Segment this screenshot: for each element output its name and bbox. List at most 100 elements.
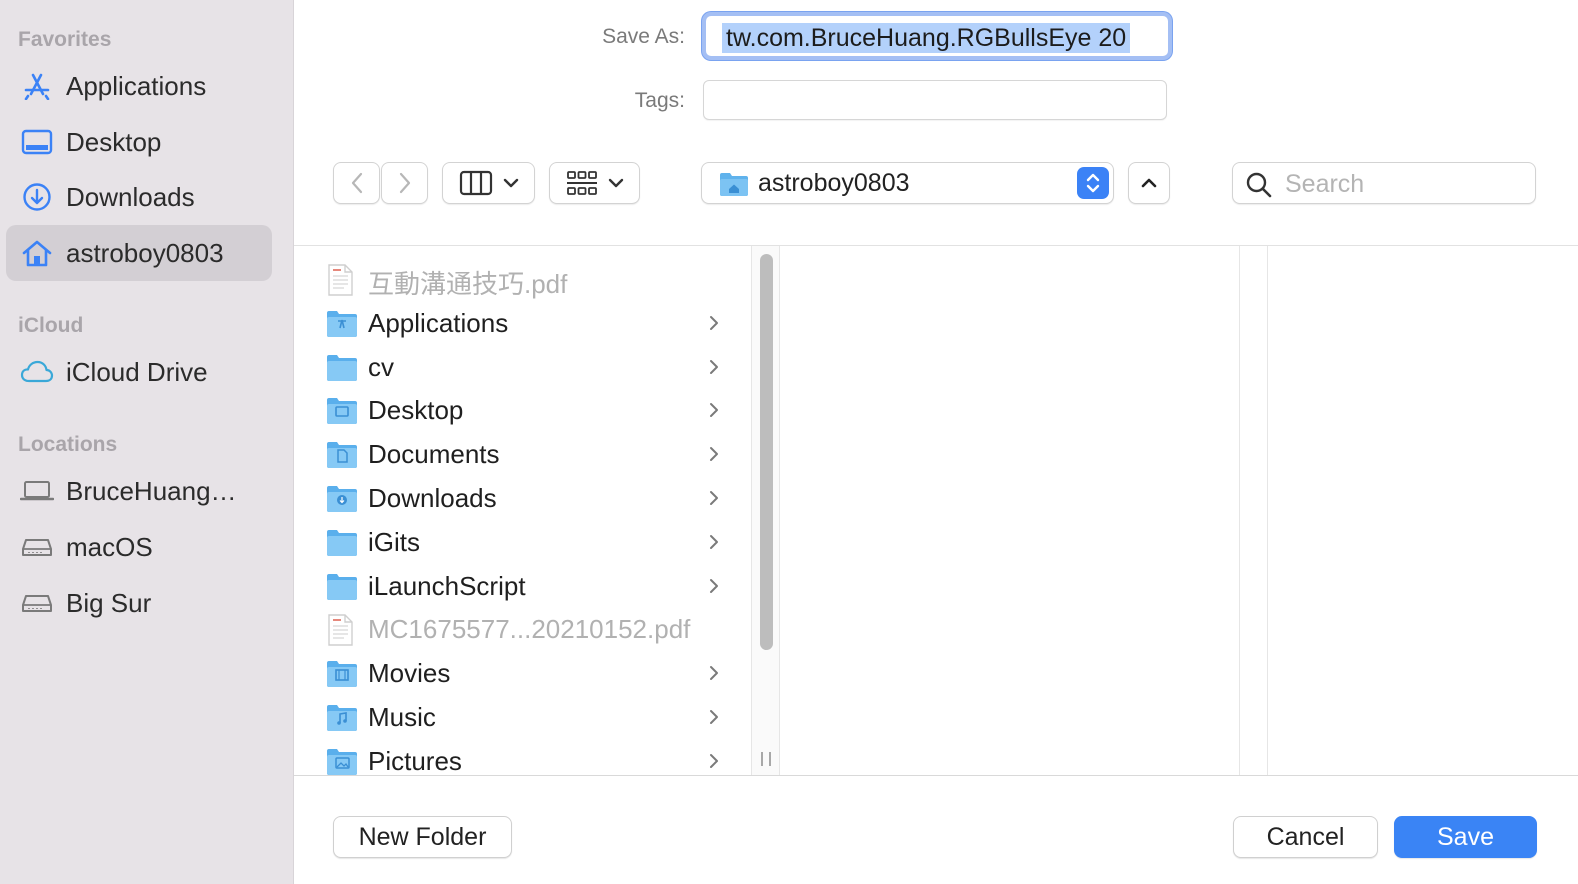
folder-row[interactable]: iGits [294, 521, 752, 565]
tags-field[interactable] [703, 80, 1167, 120]
sidebar-item-label: BruceHuang… [66, 475, 237, 506]
folder-icon [326, 395, 358, 425]
file-name: Movies [368, 658, 451, 689]
sidebar-item-macos[interactable]: macOS [6, 519, 272, 575]
chevron-up-icon [1141, 178, 1157, 188]
save-as-field[interactable]: tw.com.BruceHuang.RGBullsEye 20 [702, 12, 1172, 60]
folder-row[interactable]: Movies [294, 652, 752, 696]
section-title-locations: Locations [18, 433, 118, 456]
sidebar-item-label: Downloads [66, 181, 195, 212]
chevron-right-icon [708, 314, 720, 337]
forward-button[interactable] [381, 162, 428, 204]
chevron-right-icon [708, 445, 720, 468]
folder-row[interactable]: Music [294, 696, 752, 740]
sidebar-item-downloads[interactable]: Downloads [6, 169, 272, 225]
column-resize-handle[interactable] [761, 752, 771, 766]
search-input[interactable] [1285, 169, 1525, 199]
scrollbar[interactable] [752, 246, 780, 775]
sidebar-item-applications[interactable]: Applications [6, 58, 272, 114]
empty-column [781, 246, 1240, 775]
view-mode-button[interactable] [442, 162, 535, 204]
chevron-right-icon [708, 664, 720, 687]
folder-row[interactable]: Desktop [294, 389, 752, 433]
sidebar-item-label: macOS [66, 531, 153, 562]
chevron-down-icon [608, 178, 623, 188]
section-title-favorites: Favorites [18, 28, 112, 51]
chevron-right-icon [708, 533, 720, 556]
chevron-right-icon [708, 401, 720, 424]
expand-collapse-button[interactable] [1128, 162, 1170, 204]
folder-icon [326, 352, 358, 382]
folder-icon [326, 571, 358, 601]
cancel-button[interactable]: Cancel [1233, 816, 1378, 858]
save-panel: Save As: tw.com.BruceHuang.RGBullsEye 20… [294, 0, 1578, 884]
file-name: 互動溝通技巧.pdf [368, 269, 568, 299]
folder-icon [326, 746, 358, 775]
app-store-icon [20, 72, 54, 100]
laptop-icon [20, 477, 54, 505]
chevron-right-icon [708, 577, 720, 600]
location-popup[interactable]: astroboy0803 [701, 162, 1114, 204]
location-label: astroboy0803 [758, 169, 910, 197]
sidebar-item-big-sur[interactable]: Big Sur [6, 575, 272, 631]
file-name: Music [368, 702, 436, 732]
file-name: Documents [368, 439, 500, 470]
save-as-selected-text: tw.com.BruceHuang.RGBullsEye 20 [722, 23, 1131, 53]
section-title-icloud: iCloud [18, 314, 84, 337]
folder-icon [326, 483, 358, 513]
file-name: cv [368, 351, 394, 382]
column-divider [1240, 246, 1268, 775]
pdf-file-icon [326, 614, 358, 647]
group-button[interactable] [549, 162, 640, 204]
folder-row[interactable]: Documents [294, 433, 752, 477]
folder-row[interactable]: cv [294, 346, 752, 390]
sidebar-item-label: Applications [66, 70, 207, 101]
tags-label: Tags: [634, 89, 685, 112]
pdf-file-icon [326, 264, 358, 296]
sidebar-item-label: iCloud Drive [66, 356, 208, 387]
folder-row[interactable]: Applications [294, 302, 752, 346]
search-icon [1245, 171, 1273, 204]
new-folder-button[interactable]: New Folder [333, 816, 512, 858]
sidebar-item-brucehuang[interactable]: BruceHuang… [6, 463, 272, 519]
disk-icon [20, 533, 54, 561]
file-name: Pictures [368, 745, 462, 776]
chevron-down-icon [503, 178, 518, 188]
sidebar-item-desktop[interactable]: Desktop [6, 114, 272, 170]
file-browser: 互動溝通技巧.pdf Applications cv Desktop Documents… [294, 245, 1578, 776]
sidebar-item-icloud-drive[interactable]: iCloud Drive [6, 344, 272, 400]
download-icon [20, 183, 54, 211]
sidebar-item-astroboy0803[interactable]: astroboy0803 [6, 225, 272, 281]
chevron-right-icon [708, 358, 720, 381]
folder-row[interactable]: iLaunchScript [294, 565, 752, 609]
file-list-column[interactable]: 互動溝通技巧.pdf Applications cv Desktop Documents… [294, 246, 752, 776]
scrollbar-thumb[interactable] [760, 254, 773, 650]
sidebar-item-label: Desktop [66, 126, 162, 157]
file-name: Applications [368, 307, 509, 338]
search-field[interactable] [1232, 162, 1536, 204]
folder-icon [326, 702, 358, 732]
file-name: iGits [368, 526, 420, 557]
sidebar-item-label: Big Sur [66, 587, 152, 618]
columns-view-icon [459, 170, 492, 196]
sidebar-item-label: astroboy0803 [66, 237, 224, 268]
chevron-right-icon [708, 752, 720, 775]
file-name: iLaunchScript [368, 570, 526, 601]
chevron-right-icon [708, 489, 720, 512]
folder-row[interactable]: Downloads [294, 477, 752, 521]
chevron-right-icon [708, 708, 720, 731]
grid-group-icon [566, 171, 597, 195]
folder-icon [326, 658, 358, 688]
save-button[interactable]: Save [1394, 816, 1537, 858]
desktop-icon [20, 128, 54, 156]
file-name: MC1675577...20210152.pdf [368, 614, 691, 645]
folder-icon [326, 439, 358, 469]
cloud-icon [20, 358, 54, 386]
file-row[interactable]: 互動溝通技巧.pdf [294, 258, 752, 302]
file-name: Desktop [368, 395, 464, 426]
updown-stepper-icon [1077, 167, 1109, 199]
folder-row[interactable]: Pictures [294, 740, 752, 776]
chevron-left-icon [351, 172, 362, 194]
file-row[interactable]: MC1675577...20210152.pdf [294, 608, 752, 652]
back-button[interactable] [333, 162, 380, 204]
